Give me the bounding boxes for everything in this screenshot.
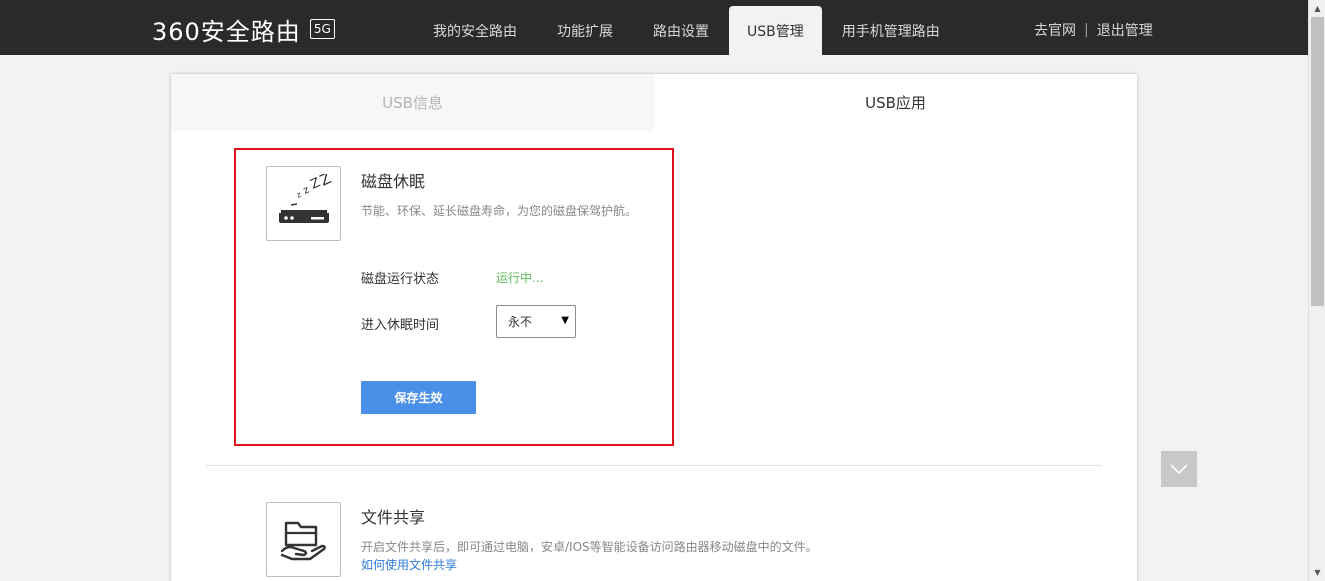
disk-sleep-description: 节能、环保、延长磁盘寿命，为您的磁盘保驾护航。: [361, 204, 638, 218]
save-button[interactable]: 保存生效: [361, 381, 476, 414]
tab-usb-apps[interactable]: USB应用: [654, 74, 1137, 131]
disk-status-value: 运行中...: [496, 271, 544, 285]
scroll-up-arrow-icon[interactable]: ▲: [1309, 0, 1325, 17]
file-share-title: 文件共享: [361, 508, 426, 527]
link-separator: |: [1084, 22, 1089, 38]
sleep-time-selected-value: 永不: [508, 315, 533, 329]
scroll-down-button[interactable]: [1161, 451, 1197, 487]
usb-content-card: USB信息 USB应用 z z Z Z 磁盘休眠 节能、环保、延长磁盘寿命，为您…: [171, 74, 1137, 581]
disk-status-label: 磁盘运行状态: [361, 272, 440, 287]
main-nav: 我的安全路由 功能扩展 路由设置 USB管理 用手机管理路由: [413, 6, 960, 55]
scroll-down-arrow-icon[interactable]: ▼: [1309, 564, 1325, 581]
file-share-description: 开启文件共享后，即可通过电脑，安卓/IOS等智能设备访问路由器移动磁盘中的文件。: [361, 540, 818, 554]
top-links: 去官网 | 退出管理: [1034, 20, 1153, 40]
nav-item-usb-management[interactable]: USB管理: [729, 6, 822, 55]
brand-name: 360安全路由: [152, 17, 301, 46]
top-navigation-bar: 360安全路由 5G 我的安全路由 功能扩展 路由设置 USB管理 用手机管理路…: [0, 0, 1308, 55]
sleep-time-label: 进入休眠时间: [361, 318, 440, 333]
disk-sleep-section: z z Z Z 磁盘休眠 节能、环保、延长磁盘寿命，为您的磁盘保驾护航。 磁盘运…: [266, 166, 966, 426]
tab-usb-info[interactable]: USB信息: [171, 74, 654, 131]
svg-text:z: z: [295, 189, 303, 199]
brand-logo[interactable]: 360安全路由 5G: [152, 14, 335, 46]
page-scrollbar[interactable]: ▲ ▼: [1308, 0, 1325, 581]
disk-sleep-title: 磁盘休眠: [361, 172, 426, 191]
sleep-time-select[interactable]: 永不 ▼: [496, 305, 576, 338]
nav-item-router-settings[interactable]: 路由设置: [633, 6, 729, 55]
section-divider: [206, 465, 1102, 466]
brand-badge: 5G: [309, 19, 335, 39]
scrollbar-thumb[interactable]: [1311, 17, 1324, 306]
chevron-down-icon: [1170, 464, 1188, 475]
nav-item-my-router[interactable]: 我的安全路由: [413, 6, 537, 55]
official-site-link[interactable]: 去官网: [1034, 20, 1076, 40]
file-share-section: 文件共享 开启文件共享后，即可通过电脑，安卓/IOS等智能设备访问路由器移动磁盘…: [266, 502, 966, 581]
file-share-icon: [266, 502, 341, 577]
nav-item-extensions[interactable]: 功能扩展: [537, 6, 633, 55]
usb-tabs: USB信息 USB应用: [171, 74, 1137, 131]
logout-link[interactable]: 退出管理: [1097, 20, 1153, 40]
svg-text:z: z: [301, 184, 310, 196]
nav-item-mobile-management[interactable]: 用手机管理路由: [822, 6, 960, 55]
file-share-help-link[interactable]: 如何使用文件共享: [361, 556, 457, 573]
disk-sleep-icon: z z Z Z: [266, 166, 341, 241]
dropdown-arrow-icon: ▼: [561, 315, 569, 326]
